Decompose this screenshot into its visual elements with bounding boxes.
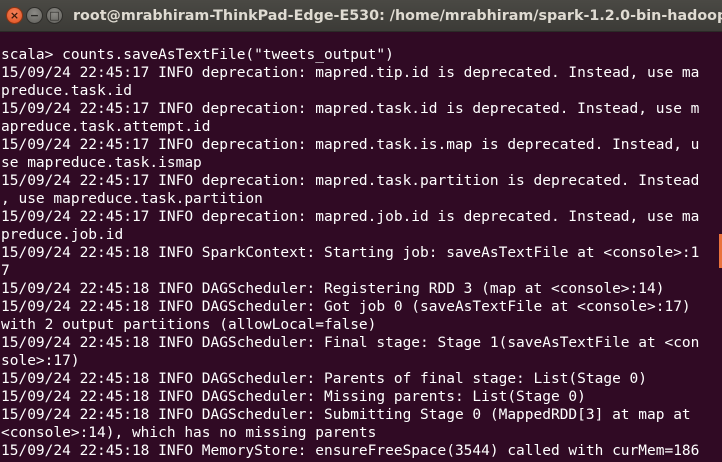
minimize-icon: −	[29, 9, 40, 22]
terminal-line: <console>:14), which has no missing pare…	[1, 425, 377, 441]
maximize-icon: □	[49, 9, 60, 22]
maximize-window-button[interactable]: □	[46, 7, 63, 24]
terminal-line: 15/09/24 22:45:18 INFO SparkContext: Sta…	[1, 245, 700, 261]
terminal-line: apreduce.task.attempt.id	[1, 119, 211, 135]
terminal-line: with 2 output partitions (allowLocal=fal…	[1, 317, 377, 333]
terminal-line: sole>:17)	[1, 353, 80, 369]
terminal-line: 15/09/24 22:45:18 INFO DAGScheduler: Mis…	[1, 389, 586, 405]
terminal-line: 15/09/24 22:45:18 INFO DAGScheduler: Fin…	[1, 335, 700, 351]
terminal-line: 15/09/24 22:45:17 INFO deprecation: mapr…	[1, 137, 700, 153]
terminal-line: scala> counts.saveAsTextFile("tweets_out…	[1, 47, 394, 63]
close-window-button[interactable]: ×	[6, 7, 23, 24]
title-bar[interactable]: × − □ root@mrabhiram-ThinkPad-Edge-E530:…	[0, 0, 722, 32]
terminal-line: 15/09/24 22:45:18 INFO DAGScheduler: Par…	[1, 371, 648, 387]
terminal-line: 15/09/24 22:45:18 INFO DAGScheduler: Reg…	[1, 281, 665, 297]
terminal-line: 15/09/24 22:45:18 INFO DAGScheduler: Sub…	[1, 407, 691, 423]
terminal-line: 15/09/24 22:45:17 INFO deprecation: mapr…	[1, 101, 700, 117]
terminal-line: 15/09/24 22:45:18 INFO MemoryStore: ensu…	[1, 443, 700, 459]
close-icon: ×	[9, 9, 20, 22]
terminal-output[interactable]: scala> counts.saveAsTextFile("tweets_out…	[0, 46, 722, 462]
terminal-line: 15/09/24 22:45:17 INFO deprecation: mapr…	[1, 209, 700, 225]
terminal-line: 7	[1, 263, 10, 279]
window-title: root@mrabhiram-ThinkPad-Edge-E530: /home…	[73, 8, 722, 24]
terminal-line: 15/09/24 22:45:17 INFO deprecation: mapr…	[1, 173, 700, 189]
terminal-window: × − □ root@mrabhiram-ThinkPad-Edge-E530:…	[0, 0, 722, 462]
terminal-line: se mapreduce.task.ismap	[1, 155, 202, 171]
terminal-line: preduce.job.id	[1, 227, 124, 243]
terminal-line: 15/09/24 22:45:17 INFO deprecation: mapr…	[1, 65, 700, 81]
minimize-window-button[interactable]: −	[26, 7, 43, 24]
terminal-line: preduce.task.id	[1, 83, 132, 99]
terminal-line: 15/09/24 22:45:18 INFO DAGScheduler: Got…	[1, 299, 691, 315]
terminal-line: , use mapreduce.task.partition	[1, 191, 263, 207]
